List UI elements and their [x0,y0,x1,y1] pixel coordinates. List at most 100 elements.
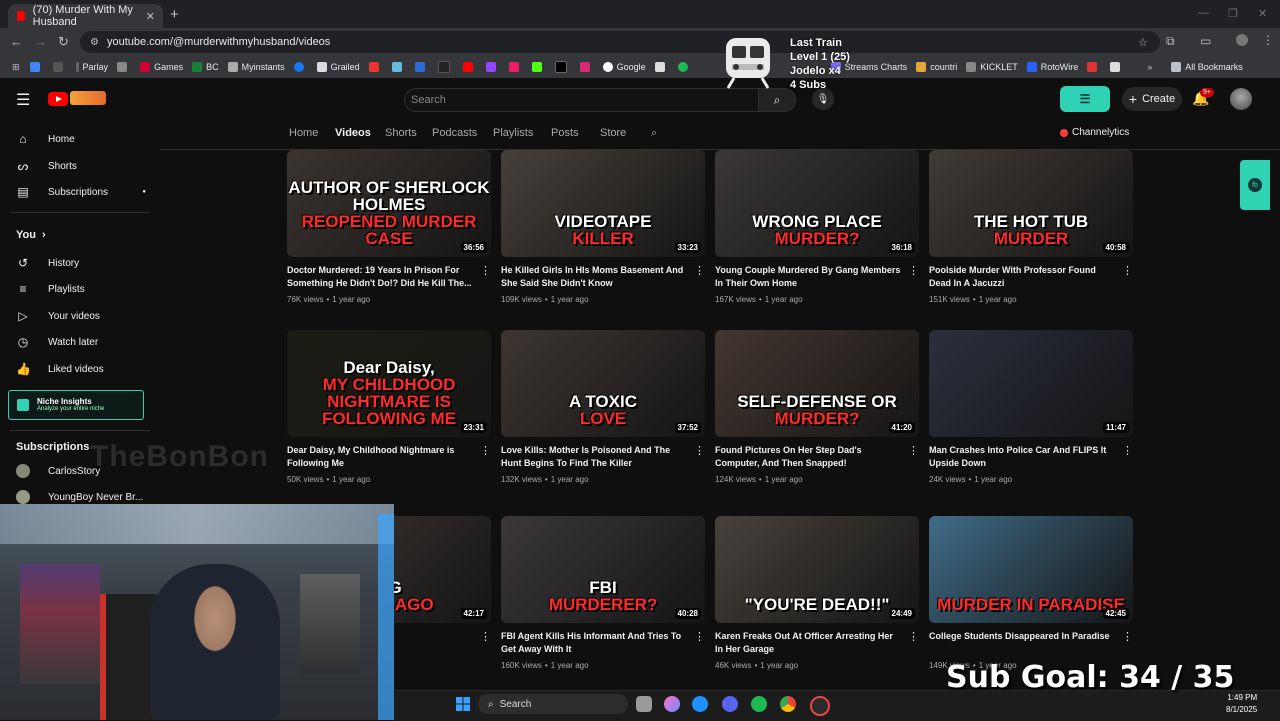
video-title[interactable]: College Students Disappeared In Paradise [929,630,1115,643]
video-card[interactable]: Dear Daisy, MY CHILDHOOD NIGHTMARE IS FOL… [287,330,491,484]
minimize-icon[interactable]: — [1198,7,1209,19]
video-title[interactable]: Man Crashes Into Police Car And FLIPS It… [929,444,1115,470]
tab-shorts[interactable]: Shorts [385,127,417,139]
tab-home[interactable]: Home [289,127,318,139]
sidebar-you-header[interactable]: You › [16,229,146,241]
video-thumbnail[interactable]: VIDEOTAPE KILLER 33:23 [501,150,705,257]
extensions-icon[interactable]: ⧉ [1166,34,1175,49]
guide-menu-icon[interactable]: ☰ [16,90,30,110]
video-card[interactable]: WRONG PLACE MURDER? 36:18 Young Couple Murd… [715,150,919,304]
bookmark-item[interactable] [485,62,500,72]
video-menu-icon[interactable]: ⋮ [1122,264,1133,277]
bookmark-item[interactable] [52,62,67,72]
chrome-icon[interactable] [780,696,796,712]
tab-videos[interactable]: Videos [335,127,371,139]
video-thumbnail[interactable]: MURDER IN PARADISE 42:45 [929,516,1133,623]
video-thumbnail[interactable]: FBI MURDERER? 40:28 [501,516,705,623]
video-card[interactable]: AUTHOR OF SHERLOCK HOLMES REOPENED MURDER… [287,150,491,304]
tab-close-icon[interactable]: ✕ [146,10,155,23]
extension-toolbar-button[interactable]: ☰ [1060,86,1110,112]
bookmark-item[interactable] [391,62,406,72]
bookmark-star-icon[interactable]: ☆ [1138,36,1148,49]
edge-icon[interactable] [692,696,708,712]
video-title[interactable]: FBI Agent Kills His Informant And Tries … [501,630,687,656]
video-title[interactable]: Love Kills: Mother Is Poisoned And The H… [501,444,687,470]
menu-kebab-icon[interactable]: ⋮ [1262,33,1274,47]
extension-side-tab[interactable]: fb [1240,160,1270,210]
search-input[interactable]: Search [404,88,763,112]
video-menu-icon[interactable]: ⋮ [1122,444,1133,457]
video-card[interactable]: 11:47 Man Crashes Into Police Car And FLI… [929,330,1133,484]
account-avatar[interactable] [1230,88,1252,110]
bookmark-item[interactable]: Myinstants [227,62,285,72]
video-card[interactable]: VIDEOTAPE KILLER 33:23 He Killed Girls In H… [501,150,705,304]
video-title[interactable]: Dear Daisy, My Childhood Nightmare is Fo… [287,444,473,470]
channel-search-icon[interactable]: ⌕ [651,127,657,140]
bookmark-item[interactable]: Parlay [75,62,108,72]
create-button[interactable]: + Create [1122,87,1182,111]
discord-icon[interactable] [722,696,738,712]
tab-podcasts[interactable]: Podcasts [432,127,477,139]
forward-icon[interactable]: → [34,34,47,49]
video-menu-icon[interactable]: ⋮ [694,444,705,457]
more-bookmarks-icon[interactable]: » [1147,62,1152,72]
bookmark-item[interactable]: RotoWire [1026,62,1078,72]
bookmark-item[interactable]: Grailed [316,62,360,72]
windows-start-icon[interactable] [456,697,470,711]
video-card[interactable]: "YOU'RE DEAD!!" 24:49 Karen Freaks Out At … [715,516,919,670]
bookmark-item[interactable] [293,62,308,72]
bookmark-item[interactable]: KICKLET [966,62,1018,72]
spotify-icon[interactable] [751,696,767,712]
video-thumbnail[interactable]: SELF-DEFENSE OR MURDER? 41:20 [715,330,919,437]
bookmark-item[interactable] [117,62,131,72]
niche-insights-widget[interactable]: Niche Insights Analyze your entire niche [8,390,144,420]
tab-playlists[interactable]: Playlists [493,127,533,139]
video-menu-icon[interactable]: ⋮ [908,630,919,643]
bookmark-item[interactable]: Games [140,62,183,72]
video-menu-icon[interactable]: ⋮ [694,264,705,277]
bookmark-item[interactable] [414,62,429,72]
video-thumbnail[interactable]: "YOU'RE DEAD!!" 24:49 [715,516,919,623]
video-menu-icon[interactable]: ⋮ [480,630,491,643]
taskbar-search[interactable]: ⌕ Search [478,694,628,714]
video-card[interactable]: THE HOT TUB MURDER 40:58 Poolside Murder Wi… [929,150,1133,304]
video-card[interactable]: A TOXIC LOVE 37:52 Love Kills: Mother Is Po… [501,330,705,484]
video-title[interactable]: Karen Freaks Out At Officer Arresting He… [715,630,901,656]
video-menu-icon[interactable]: ⋮ [480,264,491,277]
close-window-icon[interactable]: ✕ [1258,7,1267,20]
bookmark-item[interactable] [462,62,477,72]
bookmark-item[interactable] [677,62,692,72]
video-menu-icon[interactable]: ⋮ [1122,630,1133,643]
all-bookmarks-folder[interactable]: All Bookmarks [1171,62,1243,72]
video-menu-icon[interactable]: ⋮ [480,444,491,457]
tab-store[interactable]: Store [600,127,626,139]
reload-icon[interactable]: ↻ [58,34,69,50]
tab-posts[interactable]: Posts [551,127,579,139]
sidebar-item-history[interactable]: ↺ History [16,256,146,270]
channelytics-button[interactable]: Channelytics [1060,127,1129,138]
video-card[interactable]: SELF-DEFENSE OR MURDER? 41:20 Found Picture… [715,330,919,484]
bookmark-item[interactable] [508,62,523,72]
bookmark-item[interactable] [1087,62,1101,72]
video-title[interactable]: He Killed Girls In HIs Moms Basement And… [501,264,687,290]
video-card[interactable]: MURDER IN PARADISE 42:45 College Students … [929,516,1133,670]
video-thumbnail[interactable]: AUTHOR OF SHERLOCK HOLMES REOPENED MURDER… [287,150,491,257]
bookmark-item[interactable] [368,62,383,72]
video-thumbnail[interactable]: Dear Daisy, MY CHILDHOOD NIGHTMARE IS FOL… [287,330,491,437]
obs-icon[interactable] [810,696,830,716]
video-title[interactable]: Found Pictures On Her Step Dad's Compute… [715,444,901,470]
video-card[interactable]: FBI MURDERER? 40:28 FBI Agent Kills His Inf… [501,516,705,670]
browser-tab[interactable]: (70) Murder With My Husband ✕ [8,4,163,28]
video-menu-icon[interactable]: ⋮ [908,444,919,457]
sidebar-item-subscriptions[interactable]: ▤ Subscriptions ● [16,185,146,199]
maximize-icon[interactable]: ❐ [1228,7,1238,20]
bookmark-item[interactable] [29,62,44,72]
video-title[interactable]: Young Couple Murdered By Gang Members In… [715,264,901,290]
video-thumbnail[interactable]: A TOXIC LOVE 37:52 [501,330,705,437]
sidebar-item-watch-later[interactable]: ◷ Watch later [16,335,146,349]
video-title[interactable]: Poolside Murder With Professor Found Dea… [929,264,1115,290]
video-thumbnail[interactable]: 11:47 [929,330,1133,437]
bookmark-item[interactable]: countri [916,62,957,72]
sidebar-item-shorts[interactable]: ᔕ Shorts [16,159,146,173]
video-thumbnail[interactable]: THE HOT TUB MURDER 40:58 [929,150,1133,257]
